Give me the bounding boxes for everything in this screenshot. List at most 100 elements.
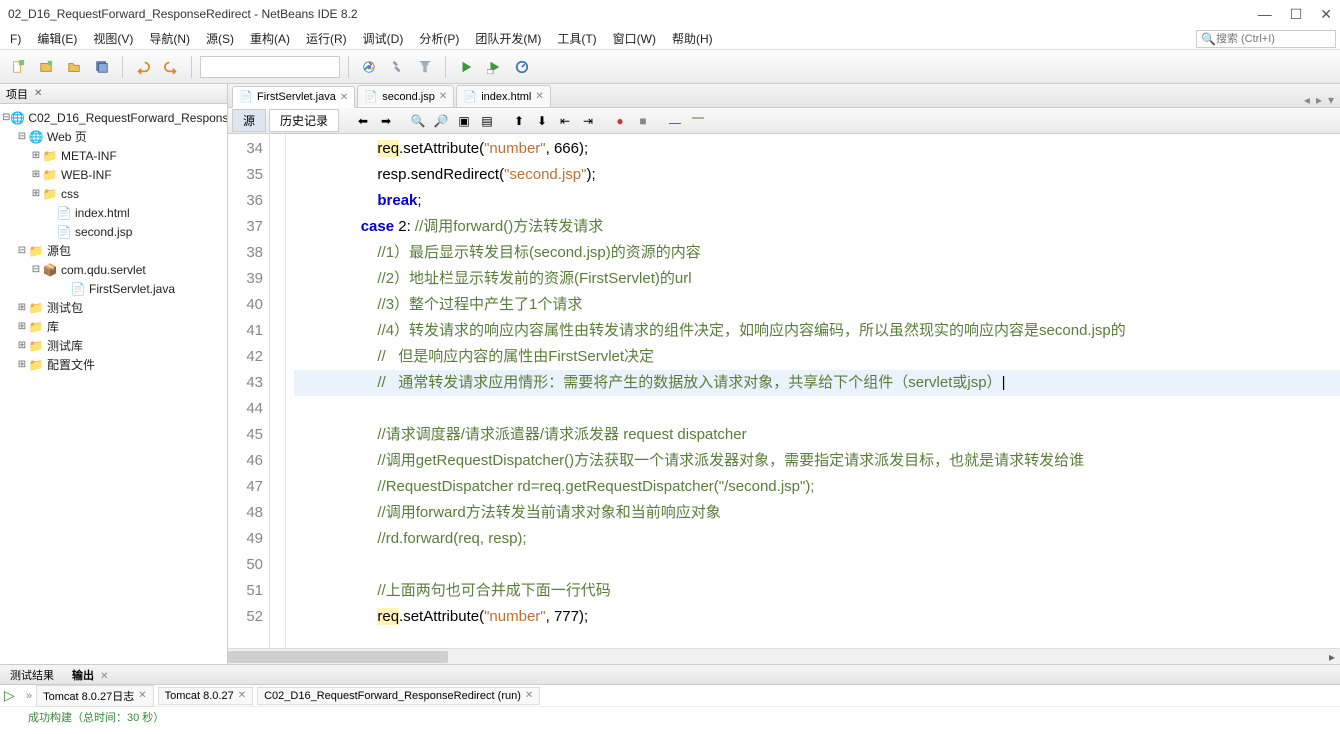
- tree-metainf[interactable]: ⊞📁META-INF: [2, 146, 225, 165]
- bookmark-button[interactable]: ▤: [477, 111, 497, 131]
- new-project-button[interactable]: [34, 55, 58, 79]
- open-button[interactable]: [62, 55, 86, 79]
- build-button[interactable]: [385, 55, 409, 79]
- horizontal-scrollbar[interactable]: ◂ ▸: [228, 648, 1340, 664]
- menu-view[interactable]: 视图(V): [87, 28, 139, 49]
- shift-left-button[interactable]: ⇤: [555, 111, 575, 131]
- tree-web[interactable]: ⊟🌐Web 页: [2, 127, 225, 146]
- jsp-icon: 📄: [56, 224, 72, 240]
- highlight-button[interactable]: ▣: [454, 111, 474, 131]
- close-tab-icon[interactable]: ✕: [340, 92, 348, 103]
- editor-area: 📄 FirstServlet.java ✕ 📄 second.jsp ✕ 📄 i…: [228, 84, 1340, 664]
- quicksearch-input[interactable]: [1216, 33, 1331, 45]
- close-icon[interactable]: ✕: [238, 690, 246, 701]
- profile-button[interactable]: [510, 55, 534, 79]
- redo-button[interactable]: [159, 55, 183, 79]
- globe-icon: 🌐: [10, 110, 25, 126]
- close-window-button[interactable]: ✕: [1320, 6, 1332, 23]
- scroll-right-icon[interactable]: ▸: [1324, 649, 1340, 664]
- menubar: F) 编辑(E) 视图(V) 导航(N) 源(S) 重构(A) 运行(R) 调试…: [0, 28, 1340, 50]
- close-icon[interactable]: ✕: [100, 671, 108, 682]
- prev-bookmark-button[interactable]: ⬆: [509, 111, 529, 131]
- fold-margin[interactable]: [270, 134, 286, 648]
- tree-index[interactable]: 📄index.html: [2, 203, 225, 222]
- file-tab-index[interactable]: 📄 index.html ✕: [456, 85, 551, 107]
- project-tab-label[interactable]: 项目: [6, 86, 28, 102]
- maximize-button[interactable]: ☐: [1290, 6, 1303, 23]
- record-macro-button[interactable]: ●: [610, 111, 630, 131]
- tree-webinf[interactable]: ⊞📁WEB-INF: [2, 165, 225, 184]
- menu-run[interactable]: 运行(R): [300, 28, 353, 49]
- file-tab-firstservlet[interactable]: 📄 FirstServlet.java ✕: [232, 86, 355, 108]
- menu-edit[interactable]: 编辑(E): [31, 28, 83, 49]
- close-icon[interactable]: ✕: [138, 690, 146, 701]
- menu-file[interactable]: F): [4, 30, 27, 48]
- browser-button[interactable]: [357, 55, 381, 79]
- tab-list-icon[interactable]: ▾: [1328, 93, 1334, 107]
- new-file-button[interactable]: [6, 55, 30, 79]
- tree-lib[interactable]: ⊞📁库: [2, 317, 225, 336]
- menu-source[interactable]: 源(S): [200, 28, 240, 49]
- output-sub-tomcat[interactable]: Tomcat 8.0.27✕: [158, 687, 253, 705]
- folder-icon: 📁: [42, 167, 58, 183]
- output-tab-output[interactable]: 输出 ✕: [68, 666, 112, 684]
- source-toggle[interactable]: 源: [232, 109, 266, 132]
- history-toggle[interactable]: 历史记录: [269, 109, 339, 132]
- nav-fwd-button[interactable]: ➡: [376, 111, 396, 131]
- tree-srcpkg[interactable]: ⊟📁源包: [2, 241, 225, 260]
- output-tabs: 测试结果 输出 ✕: [0, 665, 1340, 685]
- tree-first[interactable]: 📄FirstServlet.java: [2, 279, 225, 298]
- close-explorer-tab[interactable]: ✕: [34, 88, 42, 99]
- tree-testpkg[interactable]: ⊞📁测试包: [2, 298, 225, 317]
- menu-debug[interactable]: 调试(D): [357, 28, 410, 49]
- tab-nav: ◂ ▸ ▾: [1304, 93, 1340, 107]
- rerun-icon[interactable]: ▷: [4, 687, 22, 704]
- tree-second[interactable]: 📄second.jsp: [2, 222, 225, 241]
- close-icon[interactable]: ✕: [525, 690, 533, 701]
- find-prev-button[interactable]: 🔎: [431, 111, 451, 131]
- scroll-thumb[interactable]: [228, 651, 448, 663]
- menu-profile[interactable]: 分析(P): [413, 28, 465, 49]
- save-all-button[interactable]: [90, 55, 114, 79]
- separator: [445, 56, 446, 78]
- file-tab-second[interactable]: 📄 second.jsp ✕: [357, 85, 454, 107]
- tab-prev-icon[interactable]: ◂: [1304, 93, 1310, 107]
- close-tab-icon[interactable]: ✕: [439, 91, 447, 102]
- clean-build-button[interactable]: [413, 55, 437, 79]
- tree-root[interactable]: ⊟🌐C02_D16_RequestForward_Respons: [2, 108, 225, 127]
- output-sub-tomcat-log[interactable]: Tomcat 8.0.27日志✕: [36, 685, 153, 707]
- output-sub-run[interactable]: C02_D16_RequestForward_ResponseRedirect …: [257, 687, 540, 705]
- output-tab-test[interactable]: 测试结果: [6, 666, 58, 684]
- close-tab-icon[interactable]: ✕: [535, 91, 543, 102]
- menu-refactor[interactable]: 重构(A): [244, 28, 296, 49]
- find-button[interactable]: 🔍: [408, 111, 428, 131]
- uncomment-button[interactable]: ⎻: [688, 111, 708, 131]
- output-body: 成功构建（总时间：30 秒）: [0, 707, 1340, 734]
- editor-toolbar: 源 历史记录 ⬅ ➡ 🔍 🔎 ▣ ▤ ⬆ ⬇ ⇤ ⇥ ● ■ ⎼ ⎻: [228, 108, 1340, 134]
- menu-tools[interactable]: 工具(T): [551, 28, 602, 49]
- menu-window[interactable]: 窗口(W): [607, 28, 662, 49]
- quicksearch[interactable]: 🔍: [1196, 30, 1336, 48]
- tree-config[interactable]: ⊞📁配置文件: [2, 355, 225, 374]
- menu-team[interactable]: 团队开发(M): [469, 28, 547, 49]
- stop-macro-button[interactable]: ■: [633, 111, 653, 131]
- tree-pkg[interactable]: ⊟📦com.qdu.servlet: [2, 260, 225, 279]
- folder-icon: 📁: [42, 186, 58, 202]
- tab-next-icon[interactable]: ▸: [1316, 93, 1322, 107]
- comment-button[interactable]: ⎼: [665, 111, 685, 131]
- tree-testlib[interactable]: ⊞📁测试库: [2, 336, 225, 355]
- minimize-button[interactable]: —: [1258, 6, 1272, 23]
- next-bookmark-button[interactable]: ⬇: [532, 111, 552, 131]
- run-config-dropdown[interactable]: [200, 56, 340, 78]
- run-button[interactable]: [454, 55, 478, 79]
- output-subtabs: ▷ » Tomcat 8.0.27日志✕ Tomcat 8.0.27✕ C02_…: [0, 685, 1340, 707]
- tree-css[interactable]: ⊞📁css: [2, 184, 225, 203]
- code-lines[interactable]: req.setAttribute("number", 666); resp.se…: [286, 134, 1340, 648]
- menu-help[interactable]: 帮助(H): [666, 28, 719, 49]
- menu-navigate[interactable]: 导航(N): [143, 28, 196, 49]
- shift-right-button[interactable]: ⇥: [578, 111, 598, 131]
- nav-back-button[interactable]: ⬅: [353, 111, 373, 131]
- undo-button[interactable]: [131, 55, 155, 79]
- debug-button[interactable]: [482, 55, 506, 79]
- code-editor[interactable]: 34353637383940414243444546474849505152 r…: [228, 134, 1340, 648]
